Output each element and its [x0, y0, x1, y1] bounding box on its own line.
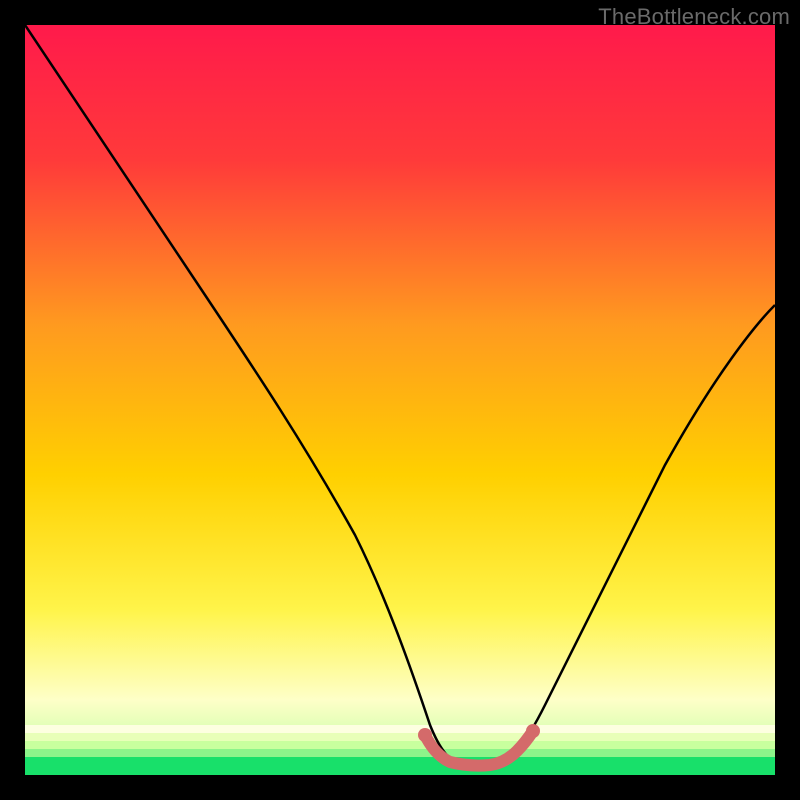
curve-layer	[25, 25, 775, 775]
flat-bottom-marker	[425, 731, 533, 766]
plot-area	[25, 25, 775, 775]
bottleneck-curve	[25, 25, 775, 765]
chart-frame: TheBottleneck.com	[0, 0, 800, 800]
watermark-text: TheBottleneck.com	[598, 4, 790, 30]
marker-dot-right	[526, 724, 540, 738]
marker-dot-left	[418, 728, 432, 742]
